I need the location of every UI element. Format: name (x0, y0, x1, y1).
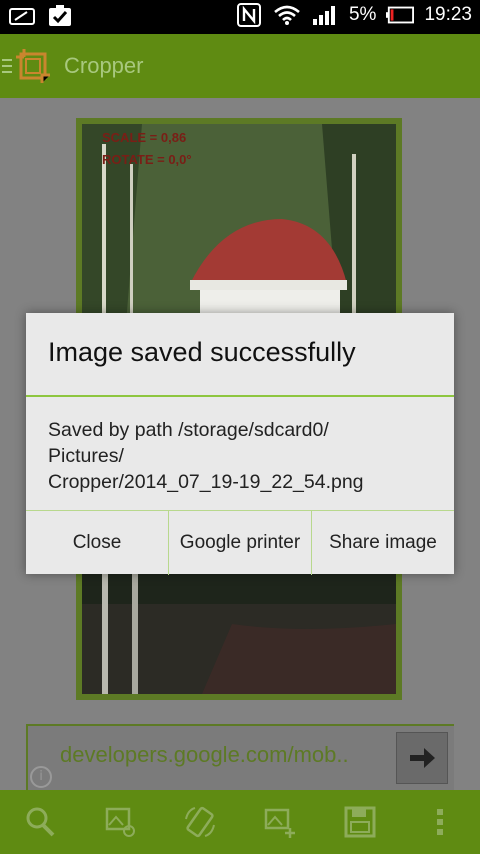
arrow-right-icon (410, 748, 435, 768)
dialog-divider (26, 395, 454, 397)
clock: 19:23 (424, 4, 472, 25)
save-success-dialog: Image saved successfully Saved by path /… (26, 313, 454, 575)
menu-icon[interactable] (2, 57, 12, 75)
action-bar: Cropper (0, 34, 480, 98)
battery-icon (386, 4, 415, 26)
google-printer-button[interactable]: Google printer (169, 511, 312, 575)
dialog-message: Saved by path /storage/sdcard0/ Pictures… (48, 417, 438, 495)
sd-card-icon (8, 5, 36, 27)
zoom-icon[interactable] (18, 800, 62, 844)
scale-label: SCALE = 0,86 (102, 130, 187, 145)
share-image-button[interactable]: Share image (312, 511, 454, 575)
go-button[interactable] (396, 732, 448, 784)
overflow-menu-icon[interactable] (418, 800, 462, 844)
status-bar: 5% 19:23 (0, 0, 480, 34)
dialog-message-line: Saved by path /storage/sdcard0/ (48, 419, 329, 441)
battery-percent: 5% (348, 4, 377, 25)
dialog-buttons: Close Google printer Share image (26, 510, 454, 575)
close-button[interactable]: Close (26, 511, 169, 575)
image-edit-icon[interactable] (98, 800, 142, 844)
dialog-message-line: Cropper/2014_07_19-19_22_54.png (48, 471, 364, 493)
add-image-icon[interactable] (258, 800, 302, 844)
rotate-screen-icon[interactable] (178, 800, 222, 844)
save-icon[interactable] (338, 800, 382, 844)
nfc-icon (235, 3, 263, 27)
rotate-label: ROTATE = 0,0° (102, 152, 192, 167)
url-text[interactable]: developers.google.com/mob.. (60, 742, 349, 768)
address-bar[interactable]: developers.google.com/mob.. (26, 724, 454, 790)
task-done-icon (46, 5, 74, 27)
app-logo-icon[interactable] (16, 49, 50, 83)
info-icon[interactable]: i (30, 766, 52, 788)
dialog-message-line: Pictures/ (48, 445, 124, 467)
dialog-title: Image saved successfully (48, 337, 356, 367)
bottom-toolbar (0, 790, 480, 854)
app-title: Cropper (64, 53, 144, 78)
wifi-icon (273, 4, 301, 26)
signal-icon (311, 4, 339, 26)
